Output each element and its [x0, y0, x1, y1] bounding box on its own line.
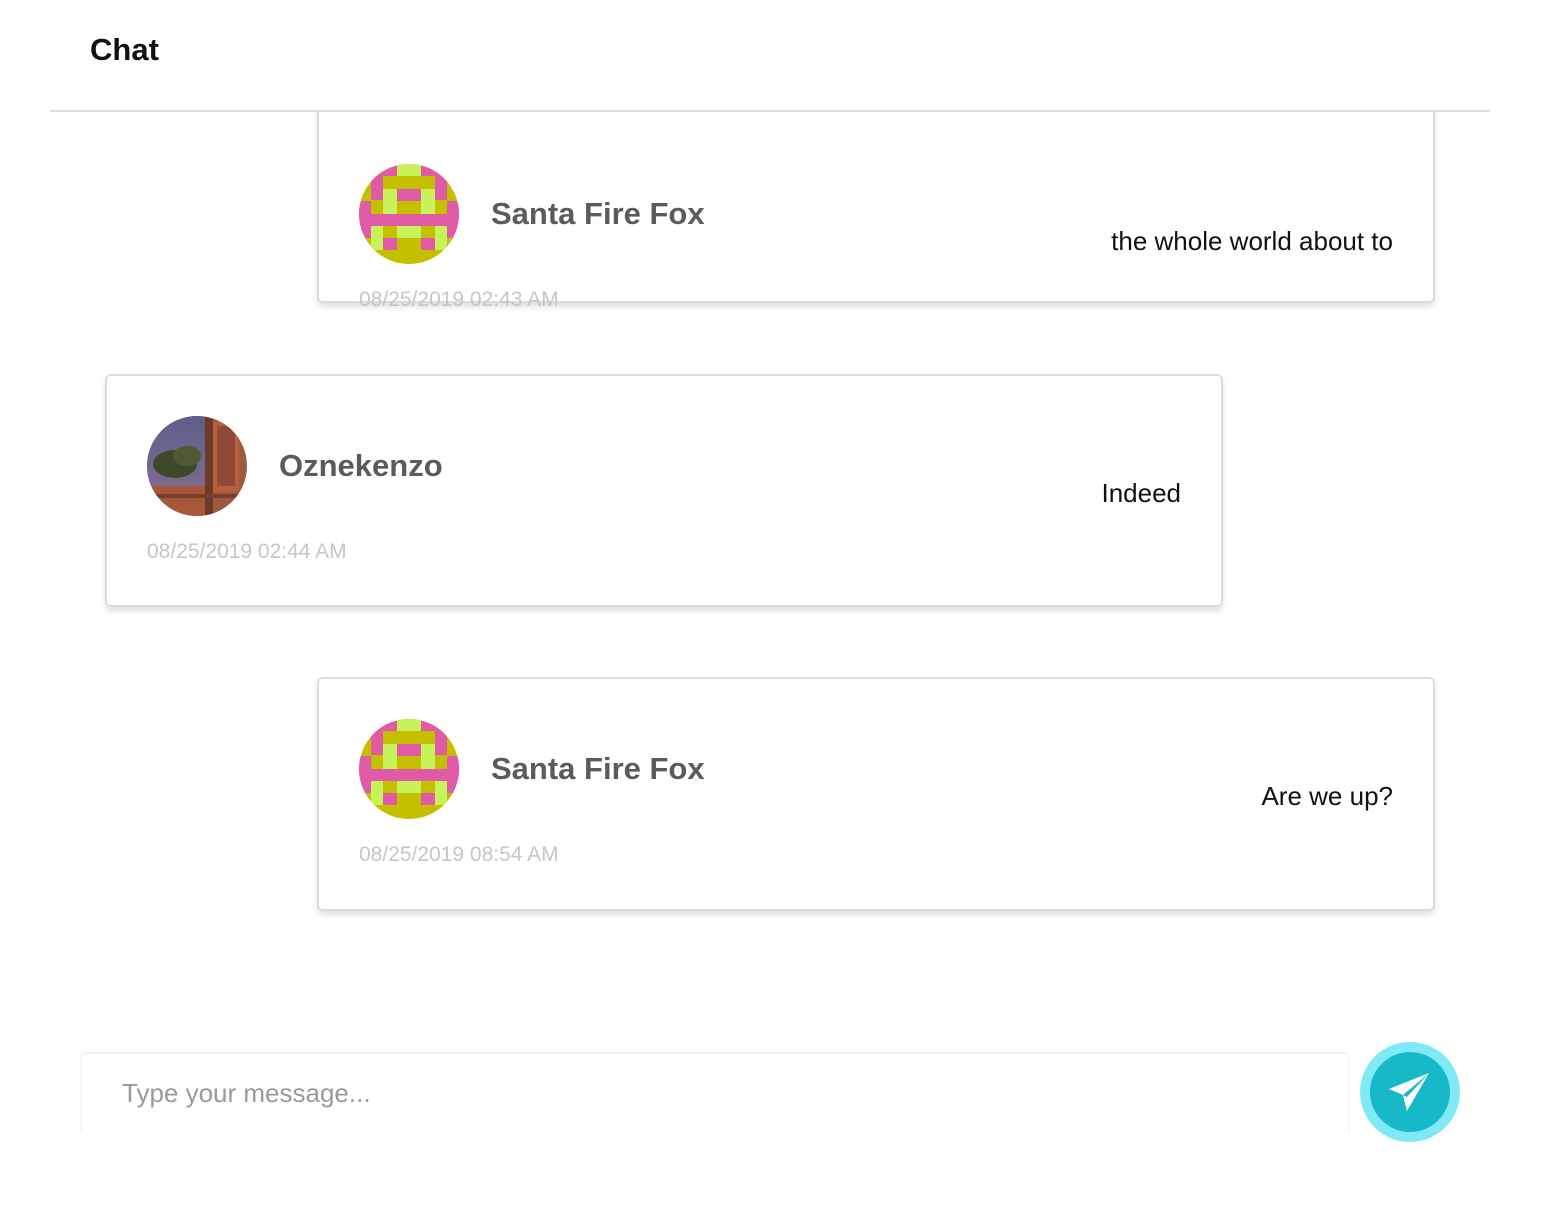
- avatar[interactable]: [147, 416, 247, 516]
- message-text: Are we up?: [1261, 781, 1393, 811]
- message-author: Santa Fire Fox: [491, 196, 705, 231]
- pixel-pattern-avatar-icon: [359, 164, 459, 264]
- message-card: Oznekenzo 08/25/2019 02:44 AM Indeed: [105, 374, 1223, 607]
- message-card: Santa Fire Fox 08/25/2019 08:54 AM Are w…: [317, 677, 1435, 911]
- message-list[interactable]: Santa Fire Fox 08/25/2019 02:43 AM the w…: [0, 112, 1564, 1002]
- message-text: the whole world about to: [1111, 226, 1393, 256]
- message-card: Santa Fire Fox 08/25/2019 02:43 AM the w…: [317, 112, 1435, 311]
- message-author: Santa Fire Fox: [491, 751, 705, 786]
- message-composer: [80, 1052, 1350, 1132]
- page-title: Chat: [90, 32, 159, 67]
- message-timestamp: 08/25/2019 02:43 AM: [359, 288, 559, 311]
- message-timestamp: 08/25/2019 02:44 AM: [147, 540, 347, 563]
- avatar[interactable]: [359, 164, 459, 264]
- chat-page: Chat Santa Fire Fox 08/25/2019 02:43 AM …: [0, 0, 1564, 1212]
- pixel-pattern-avatar-icon: [359, 719, 459, 819]
- message-author: Oznekenzo: [279, 448, 443, 483]
- message-text: Indeed: [1101, 478, 1181, 508]
- chat-header: Chat: [50, 0, 1490, 112]
- message-timestamp: 08/25/2019 08:54 AM: [359, 843, 559, 866]
- message-input[interactable]: [82, 1054, 1348, 1132]
- send-button-inner: [1370, 1052, 1450, 1132]
- avatar[interactable]: [359, 719, 459, 819]
- paper-plane-icon: [1389, 1073, 1429, 1111]
- send-button[interactable]: [1360, 1042, 1460, 1142]
- painting-avatar-icon: [147, 416, 247, 516]
